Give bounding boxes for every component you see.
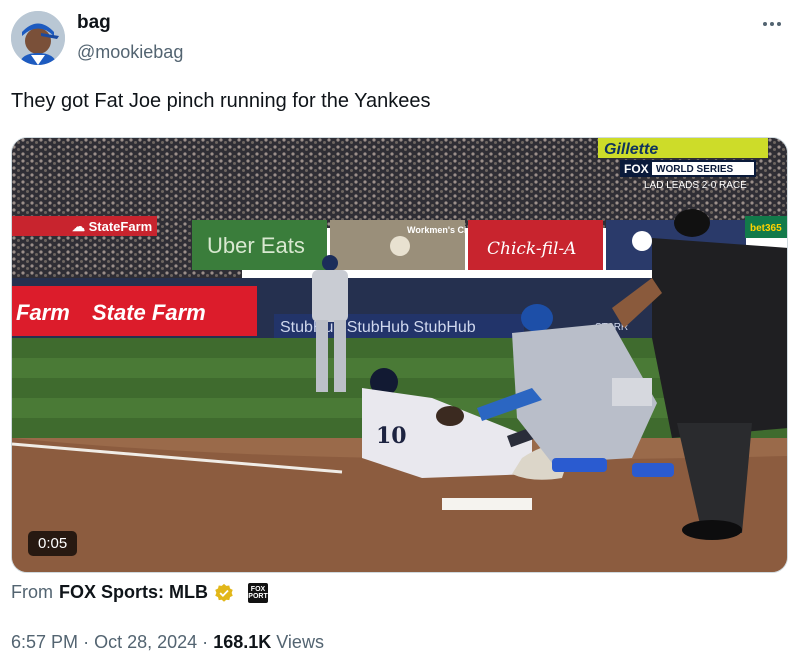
tweet-text: They got Fat Joe pinch running for the Y… xyxy=(11,90,431,112)
fox-sports-logo-icon: FOX SPORTS xyxy=(244,582,272,603)
avatar[interactable] xyxy=(11,11,65,65)
more-dot xyxy=(763,22,767,26)
statefarm-main: State Farm xyxy=(92,300,206,325)
verified-gold-check-icon xyxy=(215,583,233,602)
author-display-name[interactable]: bag xyxy=(77,12,111,34)
stubhub-board: StubHub StubHub StubHub xyxy=(280,319,476,336)
fox-logo: FOX xyxy=(624,162,649,176)
meta-separator: · xyxy=(83,632,90,652)
author-handle[interactable]: @mookiebag xyxy=(77,42,183,63)
world-series-logo: WORLD SERIES xyxy=(656,164,734,175)
uber-eats-board: Uber Eats xyxy=(207,233,305,258)
video-duration: 0:05 xyxy=(28,531,78,556)
media-source: From FOX Sports: MLB FOX SPORTS xyxy=(11,582,272,603)
source-prefix: From xyxy=(11,582,53,602)
meta-separator: · xyxy=(202,632,209,652)
video-frame: ☁ StateFarm Uber Eats Workmen's Circle C… xyxy=(12,138,787,572)
source-name-link[interactable]: FOX Sports: MLB xyxy=(59,582,208,603)
tweet-time[interactable]: 6:57 PM xyxy=(11,632,78,652)
views-count[interactable]: 168.1K xyxy=(213,632,271,652)
statefarm-board-small: ☁ StateFarm xyxy=(72,219,152,234)
bet365-board: bet365 xyxy=(750,223,782,234)
tweet-meta: 6:57 PM · Oct 28, 2024 · 168.1K Views xyxy=(11,632,324,653)
more-options-icon[interactable] xyxy=(760,14,784,34)
statefarm-left: Farm xyxy=(16,300,70,325)
more-dot xyxy=(770,22,774,26)
video-player[interactable]: ☁ StateFarm Uber Eats Workmen's Circle C… xyxy=(11,137,788,573)
gillette-logo: Gillette xyxy=(604,141,658,158)
svg-text:10: 10 xyxy=(376,423,407,449)
more-dot xyxy=(777,22,781,26)
chick-fil-a-board: Chick-fil-A xyxy=(487,239,576,259)
series-status: LAD LEADS 2-0 RACE xyxy=(644,180,747,191)
avatar-image xyxy=(11,11,65,65)
views-label: Views xyxy=(276,632,324,652)
tweet-date[interactable]: Oct 28, 2024 xyxy=(94,632,197,652)
